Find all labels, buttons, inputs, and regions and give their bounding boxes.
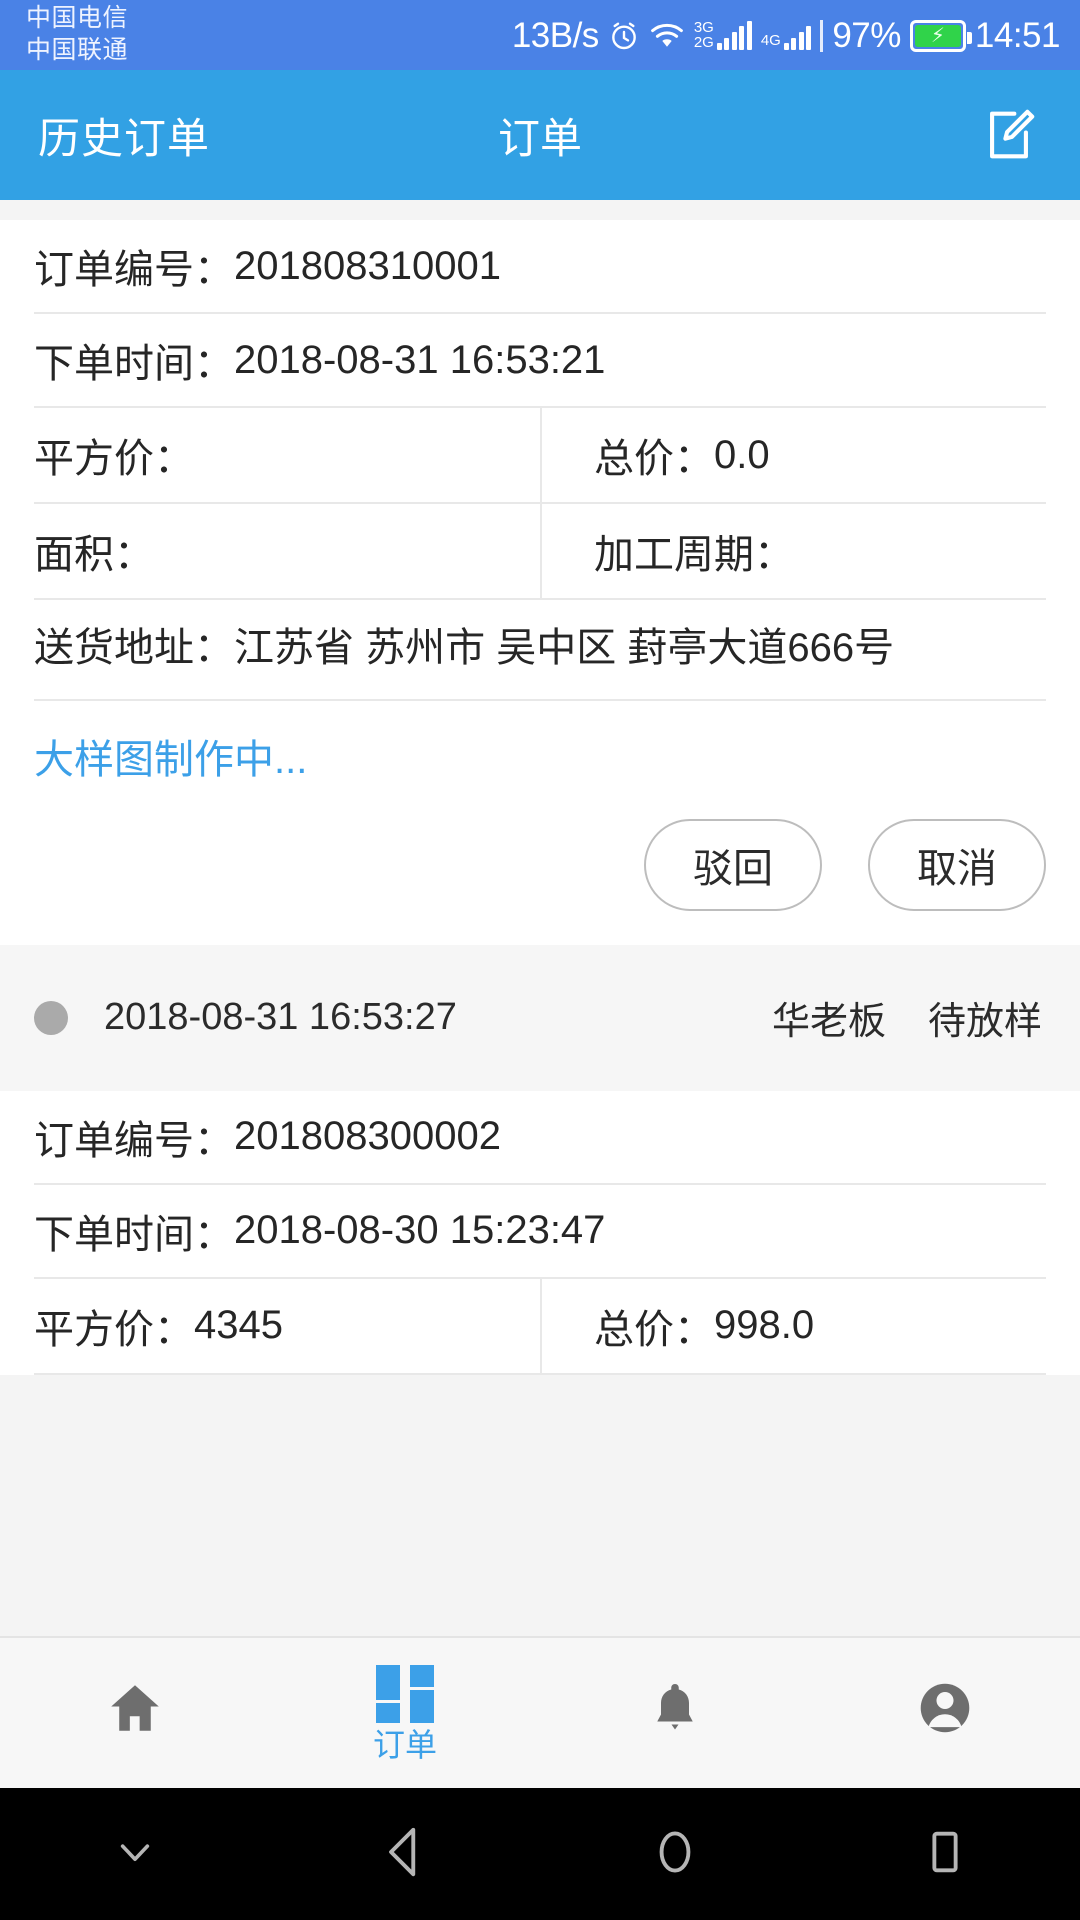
unit-price-cell: 平方价： <box>34 408 540 502</box>
hide-keyboard-key[interactable] <box>0 1788 270 1920</box>
app-bar: 历史订单 订单 <box>0 70 1080 200</box>
order-number-value: 201808300002 <box>234 1114 501 1159</box>
status-divider <box>820 19 824 52</box>
bell-icon <box>645 1678 705 1743</box>
sim2-signal-icon: 4G <box>761 22 812 50</box>
phone-screen: 中国电信 中国联通 13B/s 3G 2G 4G 97% ⚡ 14:51 历史订… <box>0 0 1080 1920</box>
home-key[interactable] <box>540 1788 810 1920</box>
person-icon <box>914 1677 976 1744</box>
reject-button[interactable]: 驳回 <box>644 818 822 911</box>
order-time-label: 下单时间： <box>34 342 234 386</box>
unit-price-cell: 平方价： 4345 <box>34 1279 540 1373</box>
order-actions: 驳回 取消 <box>34 795 1046 945</box>
list-top-gap <box>0 200 1080 220</box>
wifi-icon <box>649 21 685 51</box>
delivery-address-row: 送货地址： 江苏省 苏州市 吴中区 葑亭大道666号 <box>34 600 1046 701</box>
circle-home-icon <box>644 1821 706 1888</box>
unit-price-label: 平方价： <box>34 1307 194 1352</box>
price-row: 平方价： 4345 总价： 998.0 <box>34 1278 1046 1375</box>
order-number-value: 201808310001 <box>234 243 501 288</box>
order-time-row: 下单时间： 2018-08-31 16:53:21 <box>34 314 1046 408</box>
tab-home[interactable] <box>0 1638 270 1788</box>
network-speed: 13B/s <box>511 15 600 55</box>
carrier-2: 中国联通 <box>26 36 129 64</box>
grid-icon <box>376 1665 434 1723</box>
area-label: 面积： <box>34 533 154 577</box>
total-price-cell: 总价： 0.0 <box>540 408 1046 502</box>
sim1-label-bottom: 2G <box>693 33 714 51</box>
status-operator: 华老板 <box>771 1001 886 1044</box>
alarm-clock-icon <box>608 20 640 52</box>
square-recents-icon <box>916 1823 974 1886</box>
carrier-names: 中国电信 中国联通 <box>26 0 128 63</box>
cycle-label: 加工周期： <box>594 533 794 577</box>
total-price-value: 0.0 <box>714 432 770 477</box>
edit-pencil-icon[interactable] <box>976 102 1042 168</box>
drawing-status-link[interactable]: 大样图制作中... <box>34 738 307 782</box>
order-number-row: 订单编号： 201808310001 <box>34 220 1046 314</box>
carrier-1: 中国电信 <box>26 4 129 32</box>
back-key[interactable] <box>270 1788 540 1920</box>
home-icon <box>104 1677 166 1744</box>
unit-price-value: 4345 <box>194 1303 283 1348</box>
price-row: 平方价： 总价： 0.0 <box>34 408 1046 504</box>
order-card[interactable]: 订单编号： 201808310001 下单时间： 2018-08-31 16:53:… <box>0 220 1080 945</box>
delivery-address-label: 送货地址： <box>34 626 234 670</box>
total-price-label: 总价： <box>594 437 714 481</box>
bottom-tab-bar: 订单 <box>0 1636 1080 1788</box>
status-time: 2018-08-31 16:53:27 <box>104 996 457 1039</box>
order-time-value: 2018-08-30 15:23:47 <box>234 1208 606 1253</box>
sim1-signal-icon: 3G 2G <box>693 20 752 51</box>
cancel-button[interactable]: 取消 <box>868 818 1046 911</box>
android-nav-bar <box>0 1788 1080 1920</box>
sim2-label: 4G <box>760 31 781 49</box>
status-clock: 14:51 <box>974 15 1061 55</box>
status-icons: 13B/s 3G 2G 4G 97% ⚡ 14:51 <box>511 0 1061 60</box>
cycle-cell: 加工周期： <box>540 504 1046 598</box>
total-price-cell: 总价： 998.0 <box>540 1278 1046 1373</box>
area-cell: 面积： <box>34 504 540 598</box>
triangle-back-icon <box>374 1821 436 1888</box>
chevron-down-icon <box>108 1825 162 1884</box>
battery-charging-icon: ⚡ <box>909 19 972 52</box>
order-number-label: 订单编号： <box>34 248 234 292</box>
battery-percent: 97% <box>832 15 901 55</box>
status-badge: 待放样 <box>927 1001 1042 1044</box>
back-history-orders-button[interactable]: 历史订单 <box>38 105 210 166</box>
tab-alerts[interactable] <box>540 1638 810 1788</box>
order-number-label: 订单编号： <box>34 1118 234 1163</box>
orders-list[interactable]: 订单编号： 201808310001 下单时间： 2018-08-31 16:53:… <box>0 200 1080 1636</box>
tab-orders-label: 订单 <box>372 1727 437 1763</box>
order-time-value: 2018-08-31 16:53:21 <box>234 337 606 382</box>
total-price-value: 998.0 <box>714 1303 815 1348</box>
tab-orders[interactable]: 订单 <box>270 1638 540 1788</box>
recents-key[interactable] <box>810 1788 1080 1920</box>
order-time-row: 下单时间： 2018-08-30 15:23:47 <box>34 1185 1046 1279</box>
unit-price-label: 平方价： <box>34 437 194 481</box>
order-number-row: 订单编号： 201808300002 <box>34 1091 1046 1185</box>
drawing-status-row[interactable]: 大样图制作中... <box>34 701 1046 795</box>
delivery-address-value: 江苏省 苏州市 吴中区 葑亭大道666号 <box>234 626 895 670</box>
order-card[interactable]: 订单编号： 201808300002 下单时间： 2018-08-30 15:23:… <box>0 1090 1080 1375</box>
status-bar: 中国电信 中国联通 13B/s 3G 2G 4G 97% ⚡ 14:51 <box>0 0 1080 70</box>
order-status-strip[interactable]: 2018-08-31 16:53:27 华老板 待放样 <box>0 944 1080 1091</box>
order-time-label: 下单时间： <box>34 1212 234 1257</box>
area-row: 面积： 加工周期： <box>34 504 1046 600</box>
total-price-label: 总价： <box>594 1307 714 1352</box>
tab-profile[interactable] <box>810 1638 1080 1788</box>
status-dot-icon <box>34 1000 68 1035</box>
